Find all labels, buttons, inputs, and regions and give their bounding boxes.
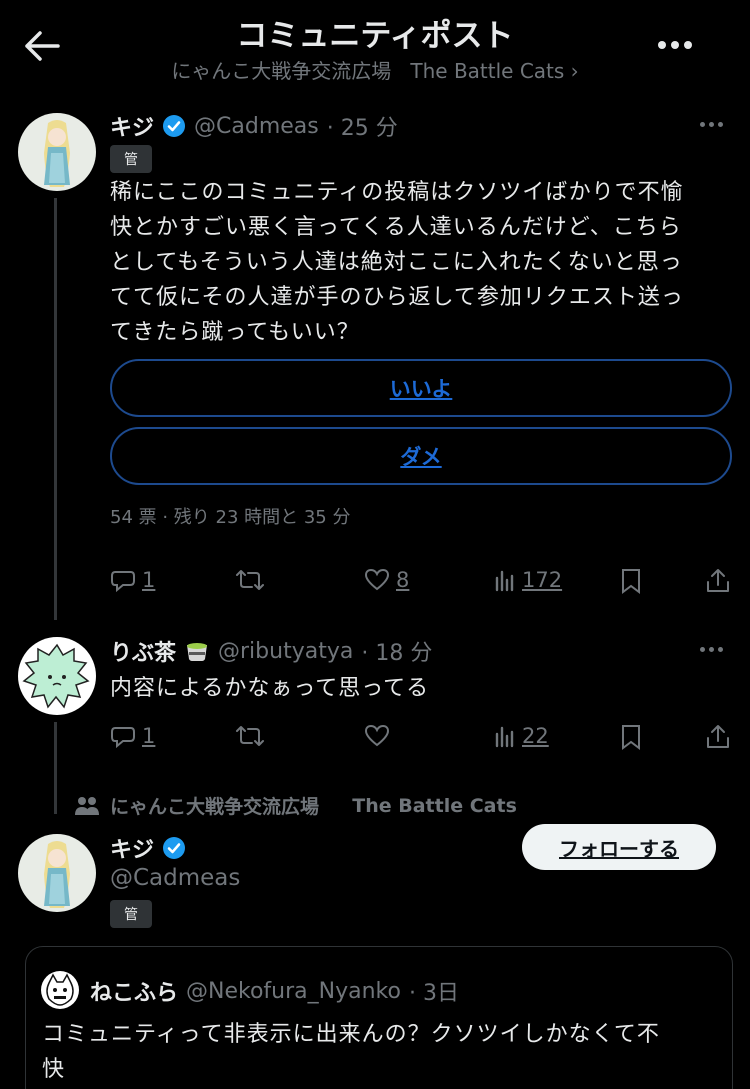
- avatar[interactable]: [18, 113, 96, 191]
- quote-body: コミュニティって非表示に出来んの？クソツイしかなくて不 快: [42, 1017, 722, 1087]
- community-context[interactable]: にゃんこ大戦争交流広場 The Battle Cats: [74, 792, 517, 819]
- dot: [684, 41, 692, 49]
- community-link[interactable]: にゃんこ大戦争交流広場 The Battle Cats ›: [0, 55, 750, 84]
- bookmark-icon: [622, 569, 640, 594]
- verified-icon: [163, 115, 186, 137]
- author-handle[interactable]: @Cadmeas: [110, 865, 240, 891]
- post-line: てきたら蹴ってもいい？: [110, 320, 360, 345]
- avatar[interactable]: [18, 637, 96, 715]
- views-button[interactable]: 22: [494, 724, 549, 748]
- post-line: てて仮にその人達が手のひら返して参加リクエスト送っ: [110, 285, 684, 310]
- author-handle[interactable]: @ributyatya: [218, 639, 353, 664]
- community-context-sub: The Battle Cats: [352, 794, 517, 817]
- dot: [700, 647, 705, 652]
- post-time[interactable]: · 18 分: [361, 635, 432, 667]
- author-name[interactable]: キジ: [110, 110, 154, 142]
- post-more-button[interactable]: [700, 122, 723, 127]
- poll-meta: 54 票 · 残り 23 時間と 35 分: [110, 507, 351, 528]
- dot: [709, 647, 714, 652]
- dot: [700, 122, 705, 127]
- avatar-image: [18, 113, 96, 191]
- bookmark-button[interactable]: [620, 568, 642, 594]
- analytics-icon: [495, 570, 514, 592]
- admin-badge: 管: [110, 145, 152, 173]
- share-icon: [707, 725, 729, 748]
- quote-author-name: ねこふら: [90, 981, 179, 1006]
- post-line: としてもそういう人達は絶対ここに入れたくないと思っ: [110, 250, 683, 275]
- repost-button[interactable]: [235, 568, 265, 592]
- reply-count: 1: [142, 724, 156, 748]
- quote-line: コミュニティって非表示に出来んの？クソツイしかなくて不: [42, 1022, 660, 1047]
- heart-icon: [364, 568, 390, 591]
- bookmark-icon: [622, 725, 640, 750]
- follow-button[interactable]: フォローする: [522, 824, 716, 870]
- dot: [709, 122, 714, 127]
- people-icon: [75, 796, 99, 815]
- dot: [671, 41, 679, 49]
- like-button[interactable]: [364, 724, 390, 748]
- quote-avatar-image: [41, 971, 79, 1009]
- community-context-name: にゃんこ大戦争交流広場: [110, 796, 320, 818]
- post-line: 快とかすごい悪く言ってくる人達いるんだけど、こちら: [110, 215, 682, 240]
- author-handle[interactable]: @Cadmeas: [194, 114, 319, 139]
- author-name[interactable]: キジ: [110, 832, 154, 864]
- community-name: にゃんこ大戦争交流広場: [171, 59, 392, 83]
- post-more-button[interactable]: [700, 647, 723, 652]
- author-name[interactable]: りぶ茶: [110, 635, 176, 667]
- dot: [658, 41, 666, 49]
- avatar-image: [18, 834, 96, 912]
- repost-icon: [236, 726, 264, 746]
- reply-icon: [111, 571, 135, 592]
- like-button[interactable]: 8: [364, 568, 409, 592]
- admin-badge: 管: [110, 900, 152, 928]
- dot: [718, 647, 723, 652]
- view-count: 172: [522, 568, 563, 592]
- share-icon: [707, 569, 729, 592]
- view-count: 22: [522, 724, 549, 748]
- post-body: 稀にここのコミュニティの投稿はクソツイばかりで不愉 快とかすごい悪く言ってくる人…: [110, 175, 735, 350]
- quote-line: 快: [42, 1057, 66, 1082]
- quoted-post[interactable]: ねこふら @Nekofura_Nyanko · 3日 コミュニティって非表示に出…: [25, 946, 733, 1089]
- tea-icon: [187, 643, 208, 661]
- thread-line: [54, 722, 57, 814]
- share-button[interactable]: [706, 568, 730, 594]
- quote-time: · 3日: [408, 981, 459, 1006]
- repost-button[interactable]: [235, 724, 265, 748]
- views-button[interactable]: 172: [494, 568, 562, 592]
- share-button[interactable]: [706, 724, 730, 750]
- post-time[interactable]: · 25 分: [327, 110, 398, 142]
- community-sub: The Battle Cats ›: [410, 59, 579, 83]
- analytics-icon: [495, 726, 514, 748]
- avatar[interactable]: [18, 834, 96, 912]
- poll-option-yes[interactable]: いいよ: [110, 359, 732, 417]
- quote-avatar: [41, 971, 79, 1009]
- post-line: 稀にここのコミュニティの投稿はクソツイばかりで不愉: [110, 180, 684, 205]
- post-body: 内容によるかなぁって思ってる: [110, 676, 430, 701]
- reply-button[interactable]: 1: [110, 568, 155, 592]
- reply-button[interactable]: 1: [110, 724, 155, 748]
- avatar-image: [18, 637, 96, 715]
- repost-icon: [236, 570, 264, 590]
- like-count: 8: [396, 568, 410, 592]
- thread-line: [54, 198, 57, 620]
- quote-author-handle: @Nekofura_Nyanko: [186, 978, 401, 1004]
- page-title: コミュニティポスト: [236, 18, 514, 54]
- bookmark-button[interactable]: [620, 724, 642, 750]
- poll-option-no[interactable]: ダメ: [110, 427, 732, 485]
- verified-icon: [163, 837, 186, 859]
- reply-count: 1: [142, 568, 156, 592]
- reply-icon: [111, 727, 135, 748]
- more-options-button[interactable]: [648, 30, 702, 60]
- heart-icon: [364, 724, 390, 747]
- dot: [718, 122, 723, 127]
